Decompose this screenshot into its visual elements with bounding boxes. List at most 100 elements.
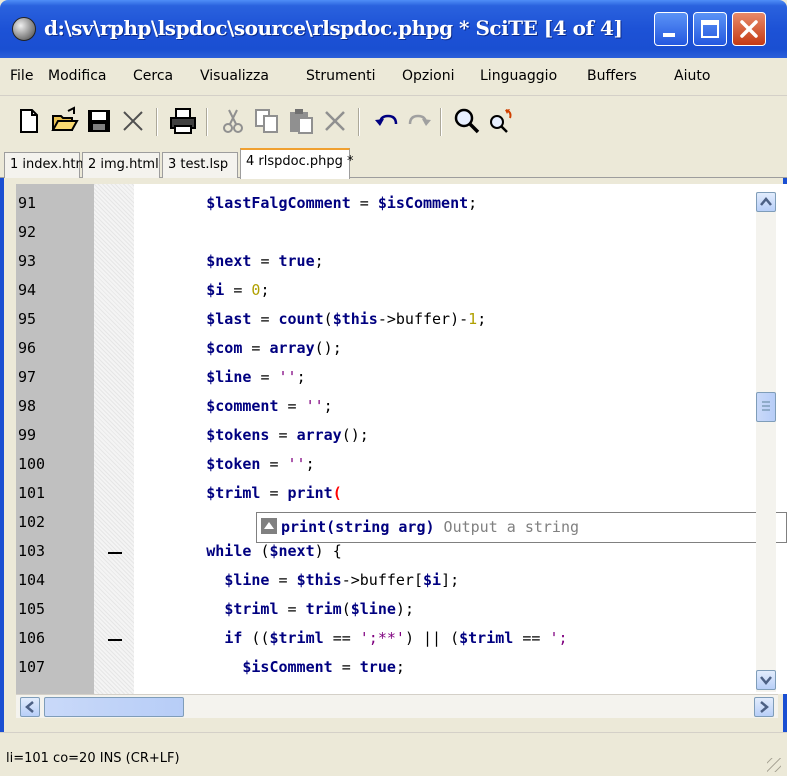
tab-index-htm[interactable]: 1 index.htm xyxy=(4,152,88,178)
line-number: 103 xyxy=(18,542,46,560)
vertical-scrollbar[interactable] xyxy=(756,192,776,692)
toolbar-separator xyxy=(206,108,208,136)
code-line: $com = array(); xyxy=(206,339,342,357)
menu-buffers[interactable]: Buffers xyxy=(587,68,637,84)
code-line: $last = count($this->buffer)-1; xyxy=(206,310,487,328)
code-line: $comment = ''; xyxy=(206,397,333,415)
menu-strumenti[interactable]: Strumenti xyxy=(306,68,376,84)
copy-icon[interactable] xyxy=(252,106,282,136)
maximize-button[interactable] xyxy=(693,12,727,46)
scroll-up-button[interactable] xyxy=(756,192,776,212)
save-icon[interactable] xyxy=(84,106,114,136)
scroll-left-button[interactable] xyxy=(20,697,40,717)
chevron-down-icon xyxy=(760,676,772,685)
title-bar: d:\sv\rphp\lspdoc\source\rlspdoc.phpg * … xyxy=(0,0,787,58)
code-line: if (($triml == ';**') || ($triml == '; xyxy=(224,629,568,647)
line-number: 91 xyxy=(18,194,37,212)
fold-collapse-icon[interactable] xyxy=(108,552,122,554)
chevron-up-icon xyxy=(760,197,772,206)
menu-bar: File Modifica Cerca Visualizza Strumenti… xyxy=(0,58,787,96)
code-line: $line = ''; xyxy=(206,368,306,386)
menu-cerca[interactable]: Cerca xyxy=(133,68,173,84)
code-line: $token = ''; xyxy=(206,455,315,473)
line-number: 105 xyxy=(18,600,46,618)
line-number: 98 xyxy=(18,397,37,415)
line-number: 93 xyxy=(18,252,37,270)
close-icon xyxy=(740,20,758,38)
line-number-margin: 91 92 93 94 95 96 97 98 99 100 101 102 1… xyxy=(16,184,94,694)
vertical-scroll-thumb[interactable] xyxy=(756,392,776,422)
minimize-icon xyxy=(663,33,675,37)
calltip-popup: print(string arg) Output a string xyxy=(256,512,787,543)
grip-icon xyxy=(762,401,770,411)
maximize-icon xyxy=(701,20,719,38)
toolbar-separator xyxy=(156,108,158,136)
cut-icon[interactable] xyxy=(218,106,248,136)
horizontal-scroll-thumb[interactable] xyxy=(44,697,184,717)
code-line: $triml = trim($line); xyxy=(224,600,414,618)
menu-file[interactable]: File xyxy=(10,68,33,84)
line-number: 106 xyxy=(18,629,46,647)
menu-aiuto[interactable]: Aiuto xyxy=(674,68,710,84)
minimize-button[interactable] xyxy=(654,12,688,46)
status-bar: li=101 co=20 INS (CR+LF) xyxy=(0,732,787,776)
toolbar-separator xyxy=(358,108,360,136)
line-number: 107 xyxy=(18,658,46,676)
line-number: 92 xyxy=(18,223,37,241)
find-icon[interactable] xyxy=(452,106,482,136)
code-line: $next = true; xyxy=(206,252,324,270)
calltip-description: Output a string xyxy=(434,518,580,536)
code-line: $i = 0; xyxy=(206,281,270,299)
chevron-right-icon xyxy=(760,701,769,713)
menu-modifica[interactable]: Modifica xyxy=(48,68,107,84)
tab-test-lsp[interactable]: 3 test.lsp xyxy=(162,152,238,178)
menu-visualizza[interactable]: Visualizza xyxy=(200,68,269,84)
line-number: 102 xyxy=(18,513,46,531)
code-line: $isComment = true; xyxy=(242,658,405,676)
line-number: 94 xyxy=(18,281,37,299)
line-number: 101 xyxy=(18,484,46,502)
scite-app-icon[interactable] xyxy=(12,17,36,41)
line-number: 99 xyxy=(18,426,37,444)
scroll-right-button[interactable] xyxy=(754,697,774,717)
scroll-down-button[interactable] xyxy=(756,670,776,690)
menu-linguaggio[interactable]: Linguaggio xyxy=(480,68,557,84)
close-x-icon[interactable] xyxy=(118,106,148,136)
new-file-icon[interactable] xyxy=(14,106,44,136)
code-line: $tokens = array(); xyxy=(206,426,369,444)
replace-icon[interactable] xyxy=(486,106,516,136)
line-number: 104 xyxy=(18,571,46,589)
tab-rlspdoc-phpg[interactable]: 4 rlspdoc.phpg * xyxy=(240,148,354,179)
calltip-up-arrow-icon[interactable] xyxy=(261,518,277,534)
code-line: $triml = print( xyxy=(206,484,342,502)
line-number: 97 xyxy=(18,368,37,386)
print-icon[interactable] xyxy=(168,106,198,136)
status-text: li=101 co=20 INS (CR+LF) xyxy=(6,751,180,766)
paste-icon[interactable] xyxy=(286,106,316,136)
open-folder-icon[interactable] xyxy=(50,106,80,136)
code-line: $line = $this->buffer[$i]; xyxy=(224,571,460,589)
calltip-function-name: print xyxy=(281,518,327,536)
toolbar-separator xyxy=(440,108,442,136)
resize-grip-icon[interactable] xyxy=(767,758,781,772)
chevron-left-icon xyxy=(25,701,34,713)
toolbar xyxy=(0,96,787,148)
fold-collapse-icon[interactable] xyxy=(108,639,122,641)
line-number: 96 xyxy=(18,339,37,357)
line-number: 100 xyxy=(18,455,46,473)
undo-icon[interactable] xyxy=(372,106,402,136)
code-editor[interactable]: 91 92 93 94 95 96 97 98 99 100 101 102 1… xyxy=(16,184,787,694)
calltip-args: (string arg) xyxy=(326,518,435,536)
horizontal-scrollbar[interactable] xyxy=(16,694,778,718)
window-title: d:\sv\rphp\lspdoc\source\rlspdoc.phpg * … xyxy=(44,16,623,40)
fold-margin[interactable] xyxy=(94,184,134,694)
code-text-area[interactable]: $lastFalgComment = $isComment; $next = t… xyxy=(134,184,760,694)
tab-bar: 1 index.htm 2 img.html 3 test.lsp 4 rlsp… xyxy=(0,148,787,179)
tab-img-html[interactable]: 2 img.html xyxy=(82,152,160,178)
redo-icon[interactable] xyxy=(404,106,434,136)
close-button[interactable] xyxy=(732,12,766,46)
delete-x-icon[interactable] xyxy=(320,106,350,136)
line-number: 95 xyxy=(18,310,37,328)
menu-opzioni[interactable]: Opzioni xyxy=(402,68,454,84)
code-line: $lastFalgComment = $isComment; xyxy=(206,194,478,212)
